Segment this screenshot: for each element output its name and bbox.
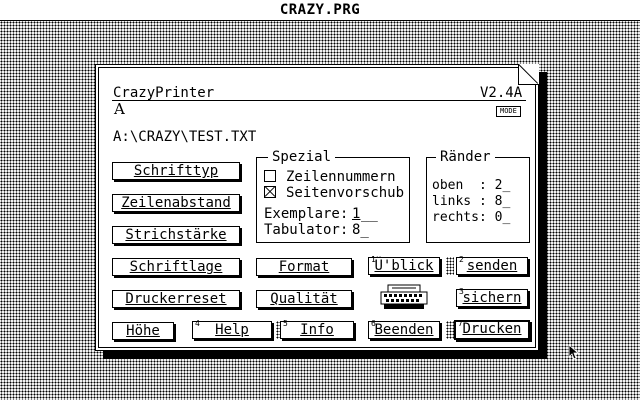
- seitenvorschub-checkbox[interactable]: [264, 186, 276, 198]
- button-separator: [446, 321, 454, 339]
- sichern-button[interactable]: 3 sichern: [456, 287, 528, 307]
- window-title-bar[interactable]: CRAZY.PRG: [0, 0, 640, 21]
- zeilennummern-label: Zeilennummern: [286, 169, 396, 185]
- hoehe-button[interactable]: Höhe: [112, 322, 174, 340]
- tabulator-label: Tabulator:: [264, 222, 349, 238]
- drucken-key: 7: [458, 319, 463, 328]
- drucken-button[interactable]: 7 Drucken: [454, 319, 530, 340]
- info-button[interactable]: 5 Info: [280, 319, 354, 339]
- links-field[interactable]: links : 8_: [432, 195, 510, 209]
- drucken-label: Drucken: [462, 321, 522, 337]
- zeilenabstand-button[interactable]: Zeilenabstand: [112, 194, 240, 212]
- ueberblick-label: Ü'blick: [374, 258, 434, 274]
- window-corner-icon[interactable]: [518, 64, 539, 85]
- format-button[interactable]: Format: [256, 258, 352, 276]
- printer-icon[interactable]: [380, 284, 428, 310]
- beenden-key: 6: [371, 319, 376, 328]
- zeilenabstand-label: Zeilenabstand: [121, 195, 231, 211]
- sichern-label: sichern: [462, 290, 522, 306]
- help-label: Help: [215, 322, 249, 338]
- oben-field[interactable]: oben : 2_: [432, 179, 510, 193]
- file-path: A:\CRAZY\TEST.TXT: [113, 129, 257, 145]
- mouse-pointer-icon: [568, 344, 580, 360]
- ueberblick-button[interactable]: 1 Ü'blick: [368, 255, 440, 275]
- senden-label: senden: [466, 258, 518, 274]
- crazyprinter-dialog: CrazyPrinter V2.4A A MODE A:\CRAZY\TEST.…: [95, 64, 539, 351]
- sichern-key: 3: [459, 287, 464, 296]
- header-divider: [112, 100, 526, 101]
- mode-button[interactable]: MODE: [496, 106, 521, 117]
- zeilennummern-checkbox[interactable]: [264, 170, 276, 182]
- font-preview: A: [114, 100, 125, 118]
- schriftlage-label: Schriftlage: [129, 259, 223, 275]
- beenden-label: Beenden: [374, 322, 434, 338]
- help-button[interactable]: 4 Help: [192, 319, 272, 339]
- ueberblick-key: 1: [371, 255, 376, 264]
- rechts-field[interactable]: rechts: 0_: [432, 211, 510, 225]
- strichstaerke-label: Strichstärke: [125, 227, 227, 243]
- exemplare-label: Exemplare:: [264, 206, 349, 222]
- info-label: Info: [300, 322, 334, 338]
- window-title: CRAZY.PRG: [279, 2, 361, 18]
- schriftlage-button[interactable]: Schriftlage: [112, 258, 240, 276]
- strichstaerke-button[interactable]: Strichstärke: [112, 226, 240, 244]
- druckerreset-label: Druckerreset: [125, 291, 227, 307]
- senden-button[interactable]: 2 senden: [456, 255, 528, 275]
- raender-title: Ränder: [436, 150, 495, 164]
- format-label: Format: [278, 259, 330, 275]
- exemplare-field-blanks: __: [361, 206, 378, 222]
- beenden-button[interactable]: 6 Beenden: [368, 319, 440, 339]
- schrifttyp-button[interactable]: Schrifttyp: [112, 162, 240, 180]
- senden-key: 2: [459, 255, 464, 264]
- druckerreset-button[interactable]: Druckerreset: [112, 290, 240, 308]
- hoehe-label: Höhe: [126, 323, 160, 339]
- qualitaet-label: Qualität: [270, 291, 338, 307]
- button-separator: [446, 257, 454, 275]
- tabulator-field[interactable]: 8_: [352, 223, 369, 237]
- seitenvorschub-label: Seitenvorschub: [286, 185, 405, 201]
- spezial-title: Spezial: [268, 150, 336, 164]
- exemplare-field[interactable]: 1: [352, 207, 360, 221]
- info-key: 5: [283, 319, 288, 328]
- help-key: 4: [195, 319, 200, 328]
- version-label: V2.4A: [480, 85, 523, 101]
- qualitaet-button[interactable]: Qualität: [256, 290, 352, 308]
- app-name: CrazyPrinter: [113, 85, 215, 101]
- schrifttyp-label: Schrifttyp: [133, 163, 219, 179]
